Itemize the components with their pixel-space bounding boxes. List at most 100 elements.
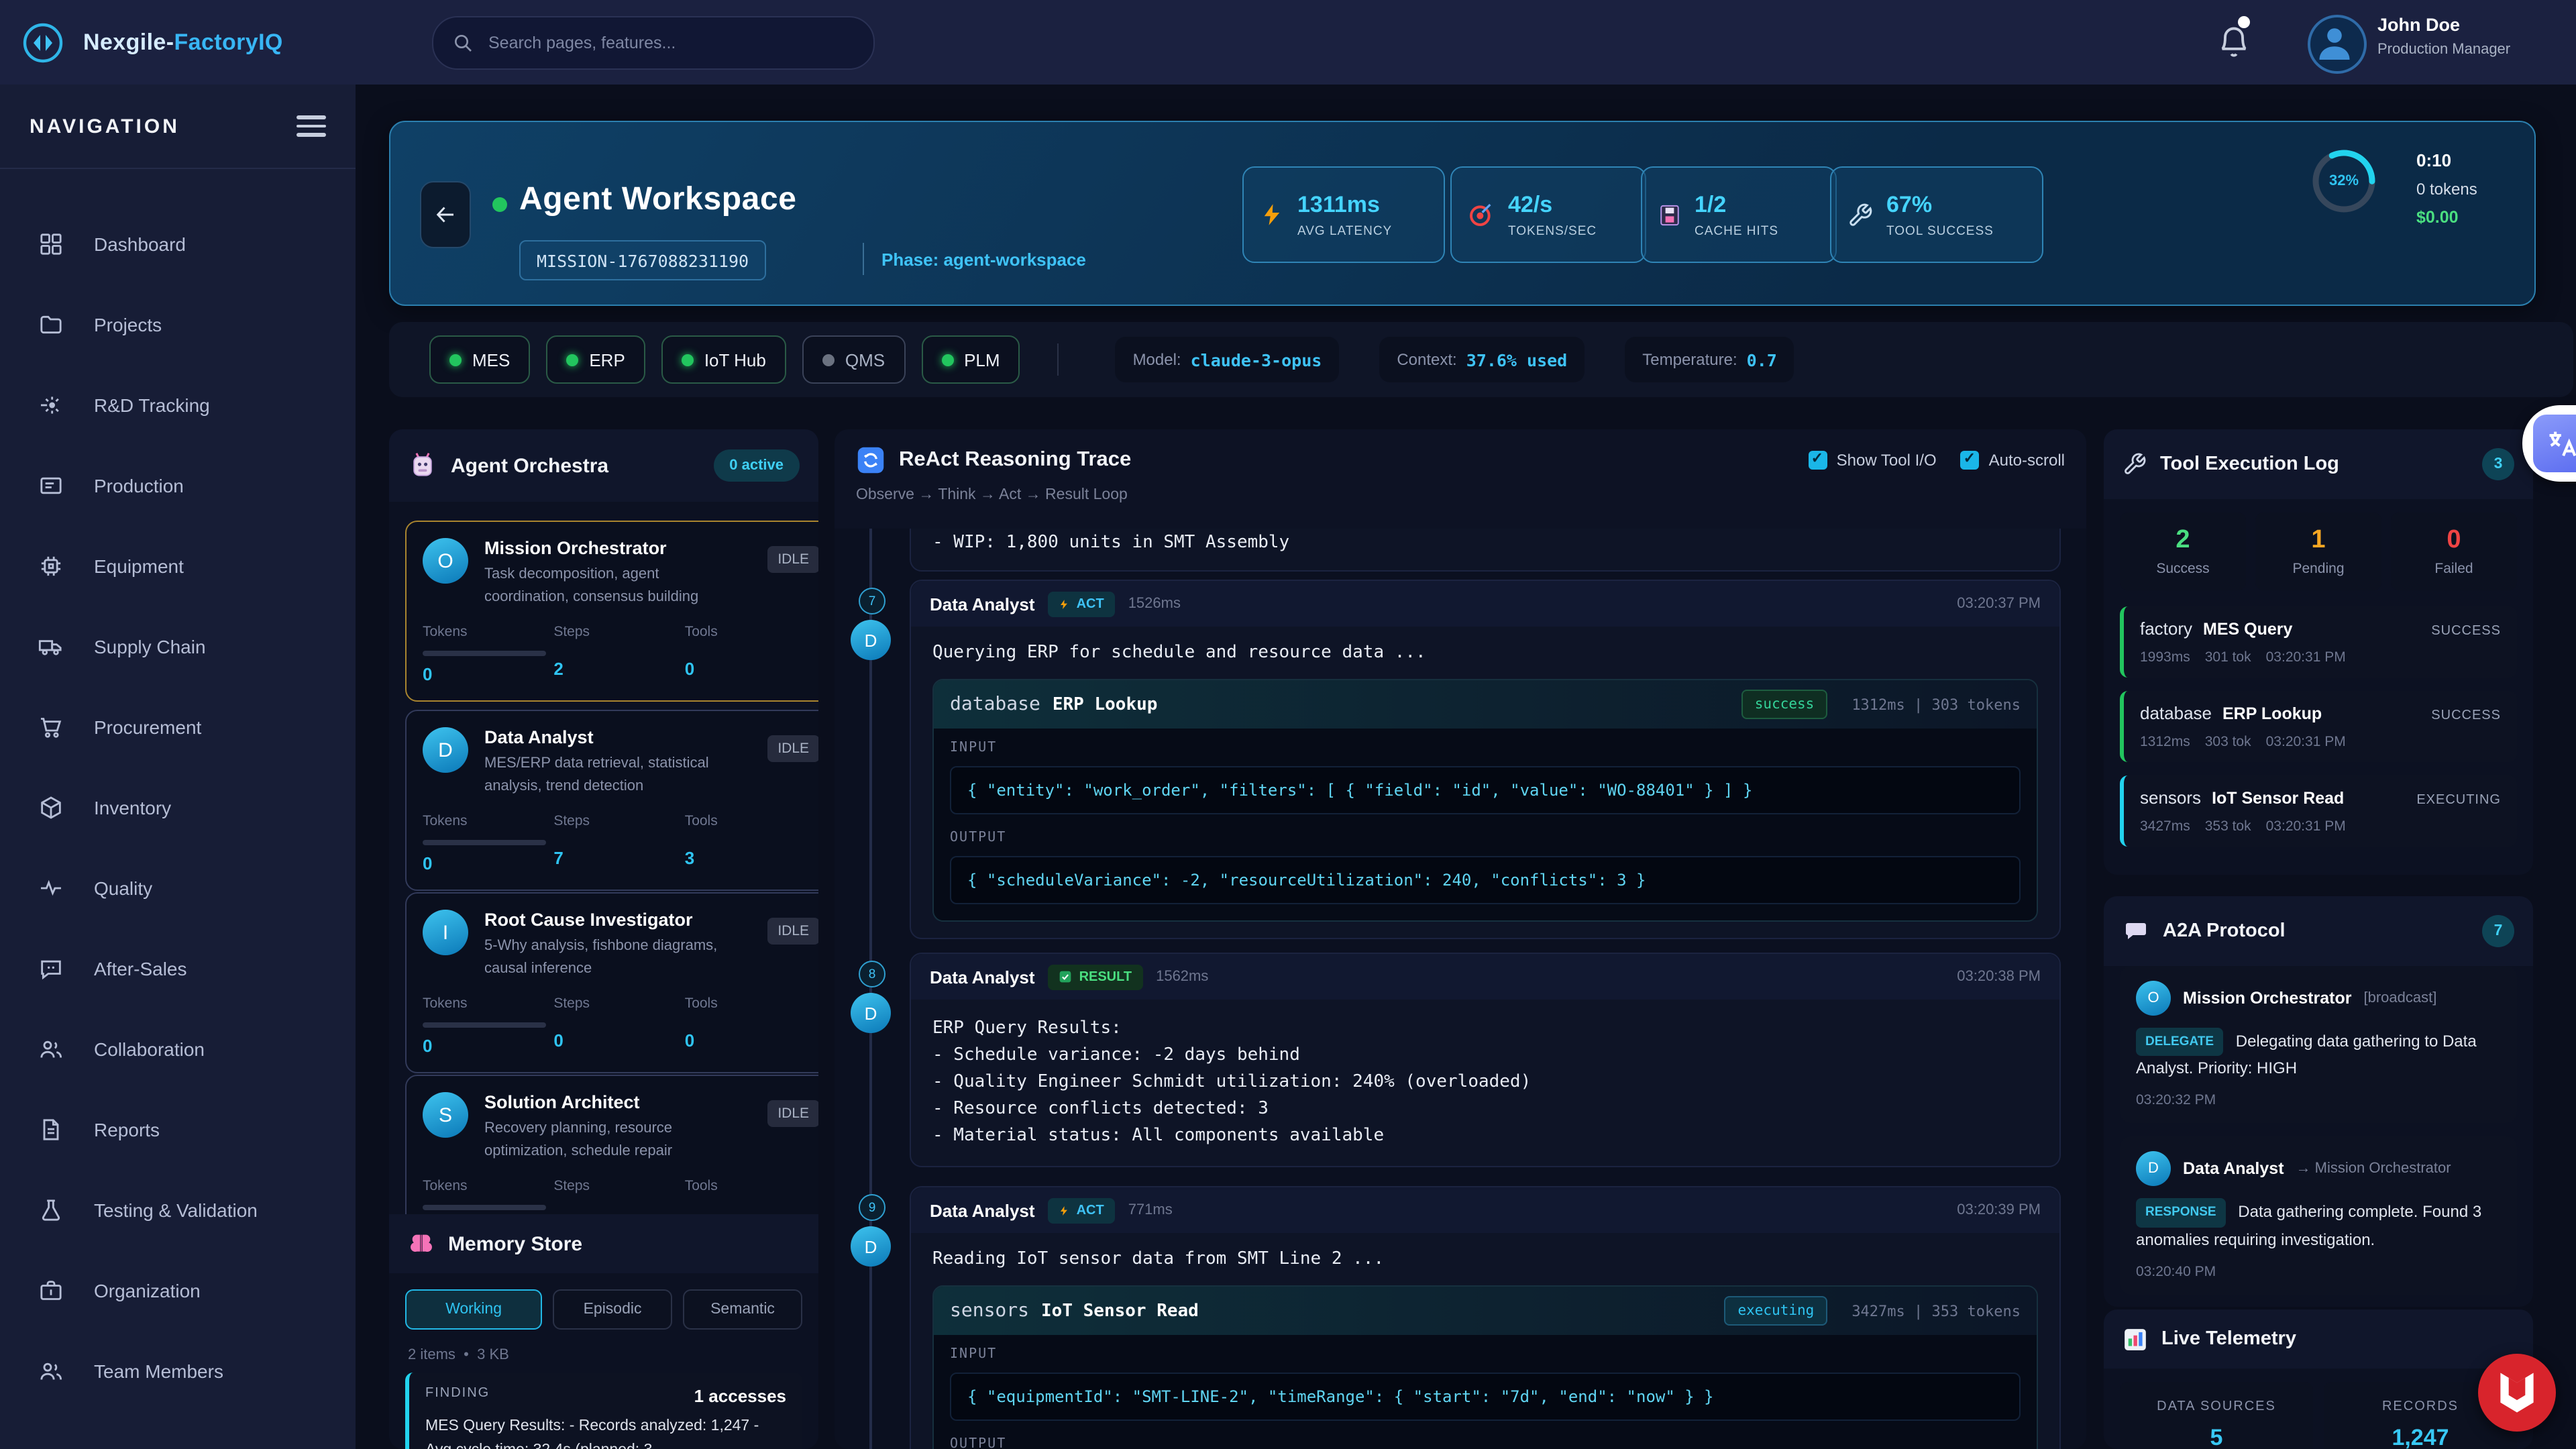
sidebar-item-rnd-tracking[interactable]: R&D Tracking xyxy=(0,365,356,445)
trace-entry-partial: - WIP: 1,800 units in SMT Assembly xyxy=(910,529,2061,572)
sidebar-item-supply-chain[interactable]: Supply Chain xyxy=(0,606,356,687)
folder-icon xyxy=(38,311,64,338)
system-chip-iot-hub[interactable]: IoT Hub xyxy=(661,335,786,384)
box-icon xyxy=(38,794,64,821)
memory-finding-card[interactable]: 1 accesses FINDING MES Query Results: - … xyxy=(405,1373,802,1449)
sidebar-item-dashboard[interactable]: Dashboard xyxy=(0,204,356,284)
tool-name: IoT Sensor Read xyxy=(1041,1301,1199,1321)
back-button[interactable] xyxy=(420,181,471,248)
log-entry-mes-query[interactable]: factory MES Query SUCCESS 1993ms301 tok0… xyxy=(2120,606,2517,678)
divider xyxy=(1058,343,1059,376)
chat-icon xyxy=(38,955,64,982)
finding-text: MES Query Results: - Records analyzed: 1… xyxy=(425,1414,786,1449)
sidebar-item-procurement[interactable]: Procurement xyxy=(0,687,356,767)
mcafee-shield-button[interactable] xyxy=(2478,1354,2556,1432)
brain-icon xyxy=(408,1230,435,1257)
finding-accesses: 1 accesses xyxy=(694,1386,786,1406)
agent-card-data-analyst[interactable]: IDLE D Data Analyst MES/ERP data retriev… xyxy=(405,710,818,891)
trace-scroll-area[interactable]: - WIP: 1,800 units in SMT Assembly 7 D D… xyxy=(835,529,2086,1449)
agent-workspace-hero: Agent Workspace MISSION-1767088231190 Ph… xyxy=(389,121,2536,306)
sidebar-item-organization[interactable]: Organization xyxy=(0,1250,356,1331)
entry-time: 03:20:37 PM xyxy=(1957,596,2041,612)
top-header: Nexgile-FactoryIQ John Doe Production Ma… xyxy=(0,0,2576,85)
nav-label: Organization xyxy=(94,1280,201,1301)
agent-tools: 3 xyxy=(685,848,816,868)
autoscroll-checkbox[interactable]: Auto-scroll xyxy=(1961,451,2065,470)
result-line: - Schedule variance: -2 days behind xyxy=(932,1042,2038,1069)
trace-entry-7: Data Analyst ACT 1526ms 03:20:37 PM Quer… xyxy=(910,580,2061,939)
floppy-icon xyxy=(1658,202,1681,227)
tokens-bar xyxy=(423,1205,546,1210)
dashboard-icon xyxy=(38,231,64,258)
entry-duration: 1562ms xyxy=(1156,969,1208,985)
memory-tab-semantic[interactable]: Semantic xyxy=(683,1289,802,1330)
wrench-icon xyxy=(2123,452,2147,476)
sidebar-item-equipment[interactable]: Equipment xyxy=(0,526,356,606)
global-search[interactable] xyxy=(432,16,875,70)
elapsed-time: 0:10 xyxy=(2416,152,2477,169)
tool-execution-log-panel: Tool Execution Log 3 2 Success 1 Pending… xyxy=(2104,429,2533,875)
sidebar-item-after-sales[interactable]: After-Sales xyxy=(0,928,356,1009)
sidebar-item-production[interactable]: Production xyxy=(0,445,356,526)
show-tool-io-checkbox[interactable]: Show Tool I/O xyxy=(1809,451,1937,470)
log-entry-erp-lookup[interactable]: database ERP Lookup SUCCESS 1312ms303 to… xyxy=(2120,691,2517,762)
system-chip-plm[interactable]: PLM xyxy=(921,335,1020,384)
sidebar-item-testing-validation[interactable]: Testing & Validation xyxy=(0,1170,356,1250)
system-chip-erp[interactable]: ERP xyxy=(546,335,645,384)
sidebar-item-projects[interactable]: Projects xyxy=(0,284,356,365)
app-root: Nexgile-FactoryIQ John Doe Production Ma… xyxy=(0,0,2576,1449)
output-label: OUTPUT xyxy=(950,1437,2021,1449)
arrow-left-icon xyxy=(433,203,458,227)
memory-tab-working[interactable]: Working xyxy=(405,1289,542,1330)
context-pill: Context:37.6% used xyxy=(1379,337,1585,382)
tool-input-code: { "equipmentId": "SMT-LINE-2", "timeRang… xyxy=(950,1373,2021,1421)
tool-call-card[interactable]: sensors IoT Sensor Read executing 3427ms… xyxy=(932,1285,2038,1449)
lightning-icon xyxy=(1059,596,1070,611)
active-count-badge: 0 active xyxy=(713,449,800,482)
entry-text: Querying ERP for schedule and resource d… xyxy=(932,643,2038,663)
nav-label: Testing & Validation xyxy=(94,1199,258,1221)
agent-description: Task decomposition, agent coordination, … xyxy=(484,564,726,608)
system-chip-mes[interactable]: MES xyxy=(429,335,530,384)
user-avatar[interactable] xyxy=(2308,15,2367,74)
online-dot xyxy=(566,354,578,366)
nav-label: Collaboration xyxy=(94,1038,205,1060)
nav-label: Reports xyxy=(94,1119,160,1140)
nav-label: Team Members xyxy=(94,1360,223,1382)
agent-card-root-cause-investigator[interactable]: IDLE I Root Cause Investigator 5-Why ana… xyxy=(405,892,818,1073)
agent-steps: 7 xyxy=(553,848,684,868)
memory-tab-episodic[interactable]: Episodic xyxy=(553,1289,672,1330)
agent-orchestra-panel: Agent Orchestra 0 active IDLE O Mission … xyxy=(389,429,818,1449)
nav-label: Procurement xyxy=(94,716,201,738)
cart-icon xyxy=(38,714,64,741)
result-badge: RESULT xyxy=(1049,964,1143,989)
search-input[interactable] xyxy=(486,32,800,54)
wrench-icon xyxy=(1847,202,1873,227)
tool-call-card[interactable]: database ERP Lookup success 1312ms | 303… xyxy=(932,679,2038,922)
lightning-icon xyxy=(1059,1203,1070,1218)
system-chip-qms[interactable]: QMS xyxy=(802,335,905,384)
hamburger-menu-icon[interactable] xyxy=(297,111,326,142)
tool-log-count-badge: 3 xyxy=(2482,448,2514,480)
agent-card-mission-orchestrator[interactable]: IDLE O Mission Orchestrator Task decompo… xyxy=(405,521,818,702)
bell-icon xyxy=(2216,23,2251,60)
brand-logo-icon xyxy=(21,21,64,64)
avatar-person-icon xyxy=(2310,17,2359,66)
notifications-button[interactable] xyxy=(2211,19,2257,64)
sidebar-item-team-members[interactable]: Team Members xyxy=(0,1331,356,1411)
agent-steps: 0 xyxy=(553,1030,684,1051)
sidebar-item-quality[interactable]: Quality xyxy=(0,848,356,928)
flask-icon xyxy=(38,1197,64,1224)
user-name: John Doe xyxy=(2377,15,2510,35)
log-entry-iot-sensor-read[interactable]: sensors IoT Sensor Read EXECUTING 3427ms… xyxy=(2120,775,2517,847)
sidebar-item-collaboration[interactable]: Collaboration xyxy=(0,1009,356,1089)
stat-pending: 1 Pending xyxy=(2255,513,2381,590)
tool-output-code: { "scheduleVariance": -2, "resourceUtili… xyxy=(950,856,2021,904)
telemetry-title: Live Telemetry xyxy=(2161,1328,2296,1350)
agent-tools: 0 xyxy=(685,1030,816,1051)
agent-avatar: D xyxy=(851,1226,891,1267)
trace-entry-9: Data Analyst ACT 771ms 03:20:39 PM Readi… xyxy=(910,1186,2061,1449)
sidebar-item-reports[interactable]: Reports xyxy=(0,1089,356,1170)
notification-dot xyxy=(2238,16,2250,28)
sidebar-item-inventory[interactable]: Inventory xyxy=(0,767,356,848)
